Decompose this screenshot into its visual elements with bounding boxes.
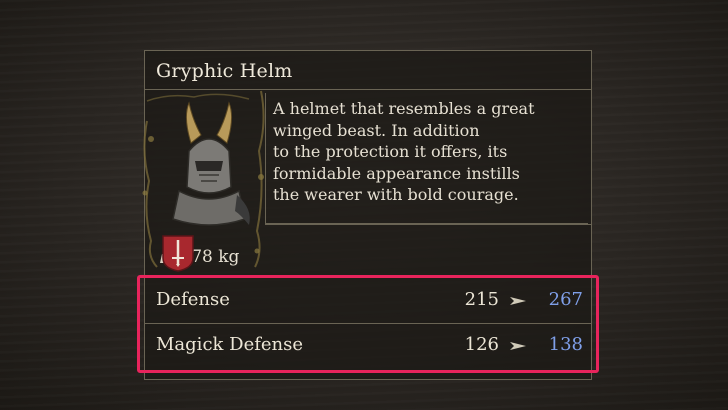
stat-new-value: 138 <box>548 334 583 355</box>
item-name: Gryphic Helm <box>156 60 293 82</box>
stat-current-value: 215 <box>464 289 499 310</box>
item-description: A helmet that resembles a great winged b… <box>273 99 535 204</box>
stat-row-defense: Defense 215 267 <box>145 279 591 324</box>
stats-divider <box>145 276 591 277</box>
divider <box>265 224 591 225</box>
stat-new-value: 267 <box>548 289 583 310</box>
arrow-right-icon <box>510 297 526 305</box>
stat-current-value: 126 <box>464 334 499 355</box>
item-info-panel: Gryphic Helm 2.78 kg A helmet that resem… <box>142 50 592 380</box>
sword-crest-icon <box>162 235 194 272</box>
stat-label: Magick Defense <box>156 334 304 355</box>
stat-label: Defense <box>156 289 230 310</box>
arrow-right-icon <box>510 342 526 350</box>
stat-row-magick-defense: Magick Defense 126 138 <box>145 324 591 368</box>
